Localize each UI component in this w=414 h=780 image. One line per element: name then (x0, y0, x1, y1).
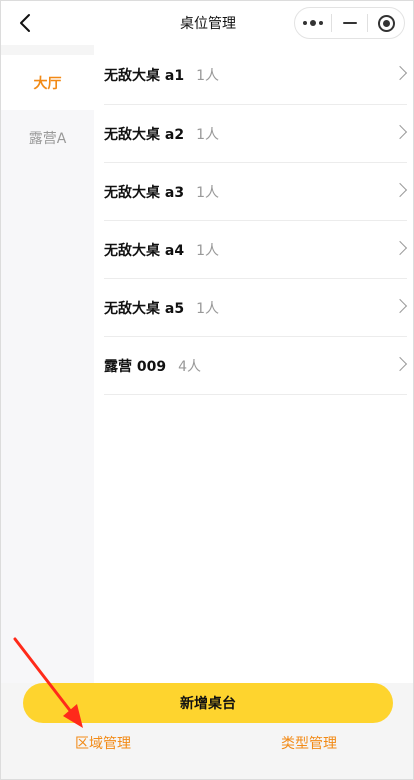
table-name: 无敌大桌 a1 (104, 67, 185, 84)
sidebar-item-hall[interactable]: 大厅 (1, 55, 94, 110)
area-sidebar: 大厅 露营A (1, 55, 94, 683)
nav-bar: 桌位管理 (1, 1, 413, 45)
table-row[interactable]: 无敌大桌 a3 1人 (104, 163, 408, 221)
table-capacity: 4人 (178, 358, 202, 375)
chevron-right-icon (392, 356, 408, 371)
area-manage-link[interactable]: 区域管理 (75, 733, 131, 753)
table-row[interactable]: 无敌大桌 a1 1人 (104, 45, 408, 105)
more-button[interactable] (295, 8, 331, 38)
table-capacity: 1人 (196, 184, 219, 201)
more-dots-icon (302, 20, 323, 26)
table-row[interactable]: 无敌大桌 a2 1人 (104, 105, 408, 163)
sidebar-item-camping-a[interactable]: 露营A (1, 110, 94, 165)
target-close-icon (377, 14, 395, 32)
table-capacity: 1人 (196, 300, 219, 317)
table-capacity: 1人 (196, 242, 219, 259)
chevron-right-icon (392, 182, 408, 197)
table-capacity: 1人 (196, 126, 219, 143)
table-name: 无敌大桌 a5 (104, 300, 185, 317)
mini-program-capsule (294, 7, 405, 39)
table-name: 露营 009 (104, 358, 167, 375)
phone-frame: 桌位管理 大厅 露营A 无敌大桌 a1 1人 无敌大桌 a2 1人 无敌大桌 a… (0, 0, 414, 780)
chevron-right-icon (392, 65, 408, 80)
table-row[interactable]: 无敌大桌 a5 1人 (104, 279, 408, 337)
add-table-button[interactable]: 新增桌台 (23, 683, 393, 723)
minimize-button[interactable] (332, 8, 368, 38)
table-name: 无敌大桌 a3 (104, 184, 185, 201)
chevron-right-icon (392, 298, 408, 313)
table-name: 无敌大桌 a4 (104, 242, 185, 259)
chevron-right-icon (392, 124, 408, 139)
table-list: 无敌大桌 a1 1人 无敌大桌 a2 1人 无敌大桌 a3 1人 无敌大桌 a4… (94, 45, 413, 683)
bottom-actions: 区域管理 类型管理 (1, 733, 413, 757)
table-row[interactable]: 露营 009 4人 (104, 337, 408, 395)
type-manage-link[interactable]: 类型管理 (281, 733, 337, 753)
chevron-right-icon (392, 240, 408, 255)
close-button[interactable] (368, 8, 404, 38)
table-row[interactable]: 无敌大桌 a4 1人 (104, 221, 408, 279)
table-name: 无敌大桌 a2 (104, 126, 185, 143)
minimize-icon (342, 21, 357, 25)
table-capacity: 1人 (196, 67, 219, 84)
